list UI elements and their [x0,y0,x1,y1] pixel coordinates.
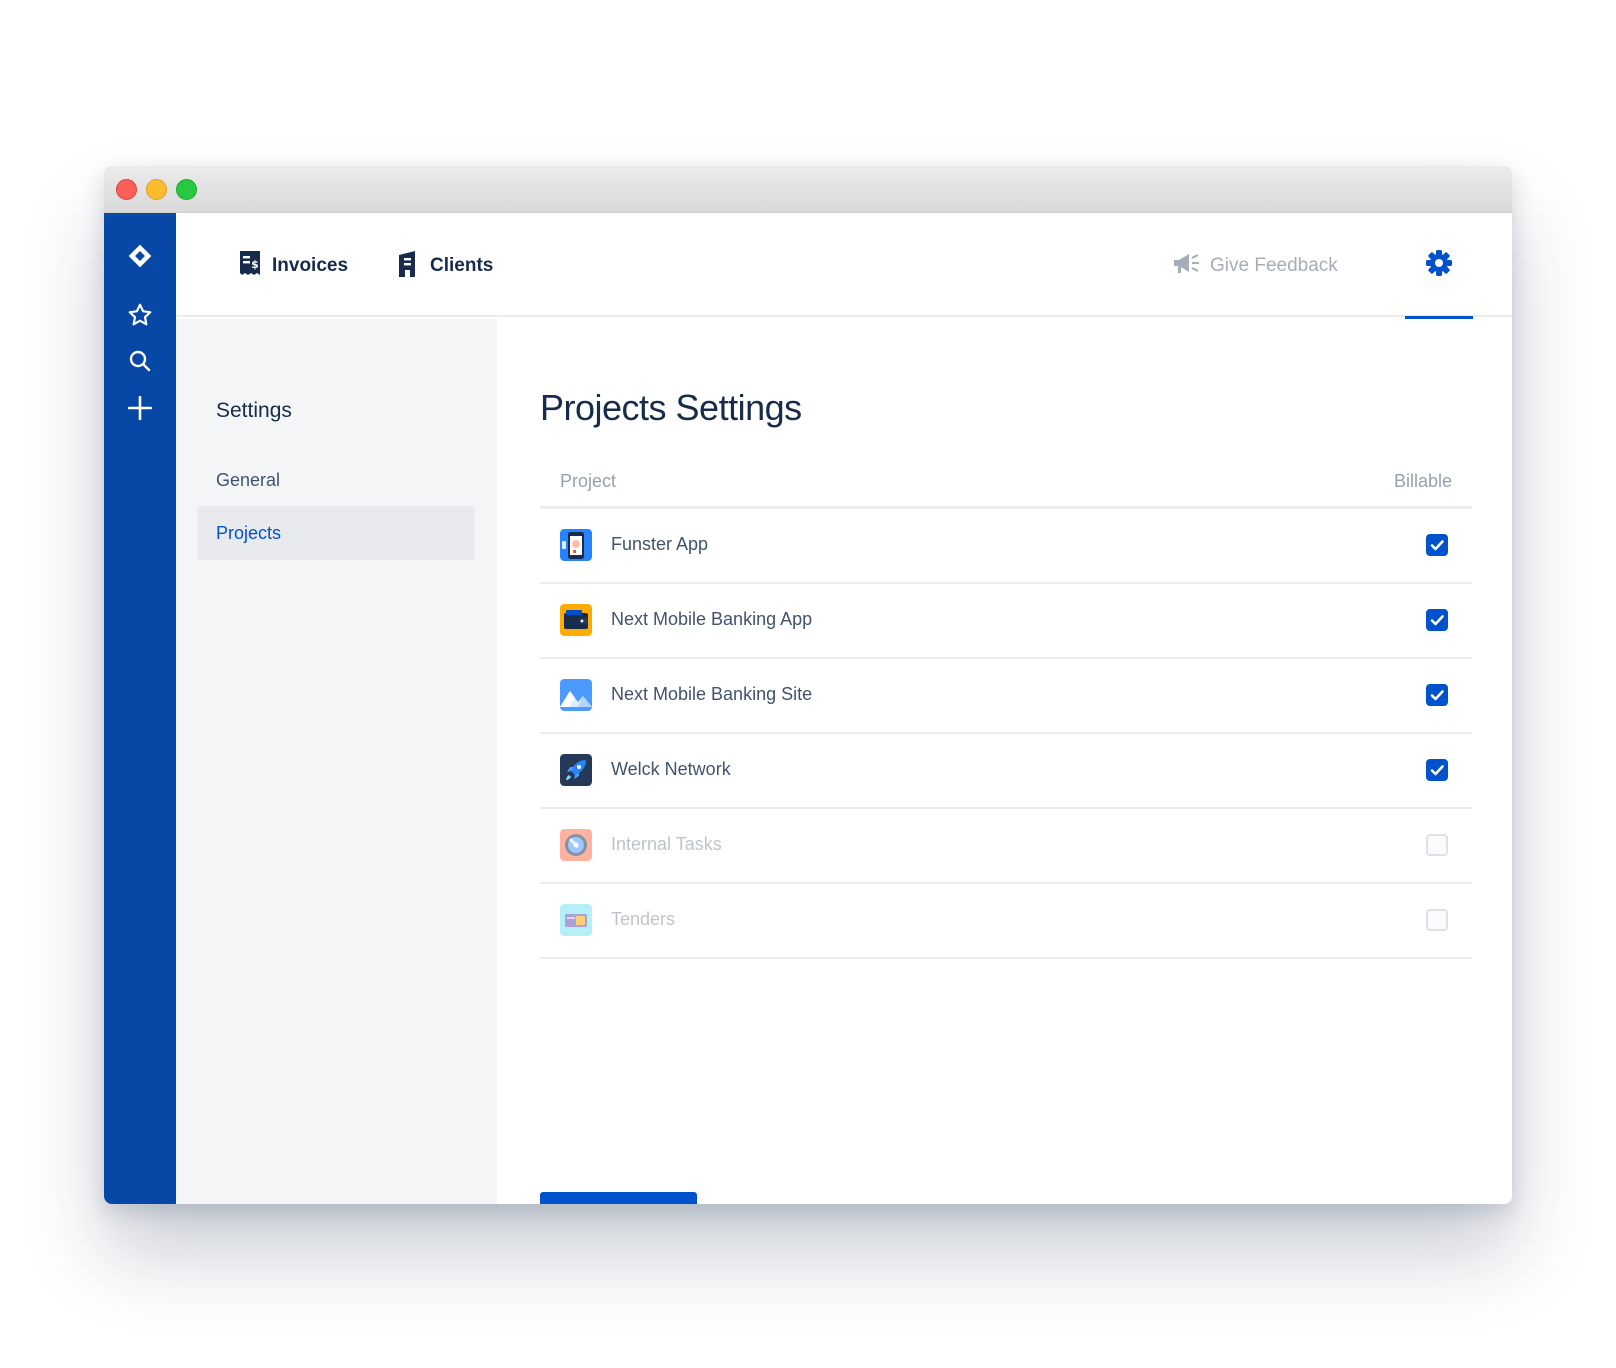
project-name: Tenders [611,909,676,929]
billable-checkbox[interactable] [1426,759,1448,781]
settings-sidebar: Settings General Projects [176,319,497,1204]
plus-icon[interactable] [104,388,176,428]
close-window-button[interactable] [116,179,137,200]
window-titlebar [104,166,1512,213]
star-icon[interactable] [104,295,176,335]
project-name: Next Mobile Banking App [611,609,813,629]
page-title: Projects Settings [540,387,802,428]
table-header: Project Billable [540,459,1472,509]
table-row: Next Mobile Banking Site [540,659,1472,734]
billable-checkbox[interactable] [1426,909,1448,931]
invoices-label: Invoices [272,255,349,276]
table-row: Next Mobile Banking App [540,584,1472,659]
billable-checkbox[interactable] [1426,609,1448,631]
invoice-icon: $ [238,250,262,283]
main-content: Projects Settings Project Billable Funst… [497,319,1512,1204]
table-row: Welck Network [540,734,1472,809]
project-name: Welck Network [611,759,731,779]
top-nav: $ Invoices Clients Give Feedback [176,213,1512,319]
jira-logo-icon[interactable] [104,236,176,276]
app-window: $ Invoices Clients Give Feedback Setting… [104,166,1512,1204]
checkmark-icon [1430,540,1444,551]
invoices-link[interactable]: $ Invoices [238,250,349,283]
give-feedback-link[interactable]: Give Feedback [1172,251,1338,281]
project-name: Internal Tasks [611,834,722,854]
projects-table: Project Billable Funster App Next Mobile… [540,459,1472,959]
minimize-window-button[interactable] [146,179,167,200]
card-icon [560,904,592,936]
checkmark-icon [1430,765,1444,776]
global-nav [104,213,176,1204]
disc-icon [560,829,592,861]
project-name: Funster App [611,534,709,554]
save-settings-button[interactable]: Save Settings [540,1192,697,1204]
checkmark-icon [1430,690,1444,701]
sidebar-item-general[interactable]: General [197,453,475,507]
table-row: Internal Tasks [540,809,1472,884]
phone-app-icon [560,529,592,561]
billable-checkbox[interactable] [1426,534,1448,556]
billable-checkbox[interactable] [1426,684,1448,706]
wallet-icon [560,604,592,636]
settings-tab[interactable] [1405,213,1473,319]
project-name: Next Mobile Banking Site [611,684,813,704]
table-row: Funster App [540,509,1472,584]
sidebar-title: Settings [216,399,292,422]
table-row: Tenders [540,884,1472,959]
gear-icon [1425,249,1453,282]
megaphone-icon [1172,252,1200,281]
column-header-billable: Billable [1393,471,1452,491]
building-icon [396,250,420,283]
column-header-project: Project [560,471,617,491]
clients-label: Clients [430,255,494,276]
sidebar-item-projects[interactable]: Projects [197,506,475,560]
search-icon[interactable] [104,341,176,381]
rocket-icon [560,754,592,786]
zoom-window-button[interactable] [176,179,197,200]
give-feedback-label: Give Feedback [1210,255,1338,276]
svg-text:$: $ [251,258,259,271]
billable-checkbox[interactable] [1426,834,1448,856]
mountain-image-icon [560,679,592,711]
clients-link[interactable]: Clients [396,250,494,283]
checkmark-icon [1430,615,1444,626]
